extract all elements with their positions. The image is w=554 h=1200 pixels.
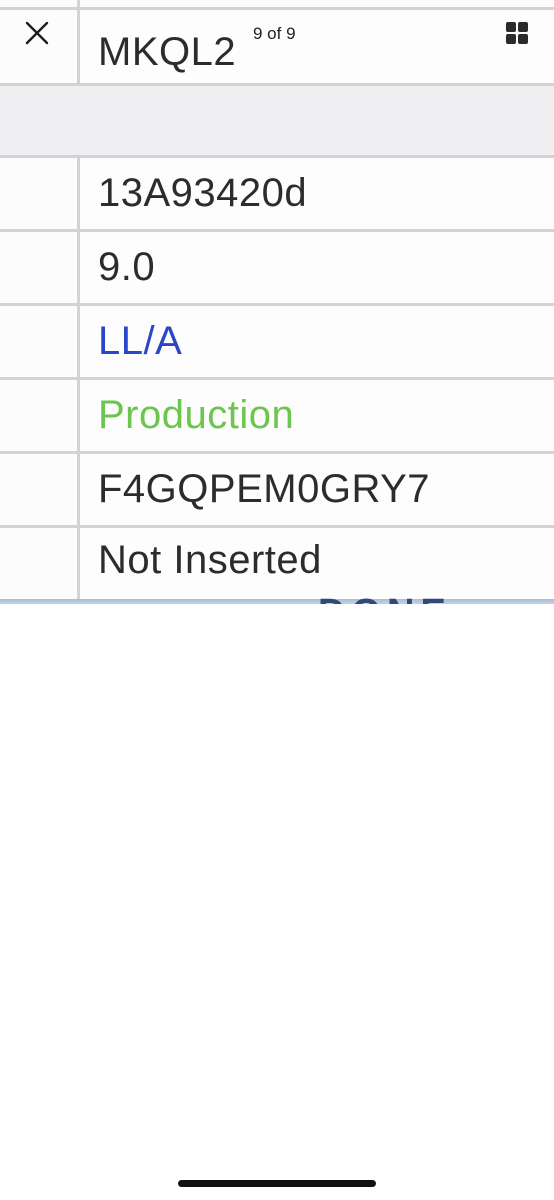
home-indicator[interactable]	[178, 1180, 376, 1187]
model-number-value: MKQL2	[98, 30, 237, 74]
label-cell	[0, 158, 80, 229]
serial-value: F4GQPEM0GRY7	[98, 467, 431, 511]
table-row: F4GQPEM0GRY7	[0, 454, 554, 528]
label-cell	[0, 306, 80, 377]
sim-value: Not Inserted	[98, 538, 322, 582]
label-cell	[0, 0, 80, 7]
label-cell	[0, 232, 80, 303]
label-cell	[0, 454, 80, 525]
label-cell	[0, 380, 80, 451]
table-row: MKQL2	[0, 10, 554, 86]
grid-view-button[interactable]	[500, 16, 534, 50]
build-value: 13A93420d	[98, 171, 308, 215]
listing-photo[interactable]: MKQL2 13A93420d 9.0 LL/A Production F4GQ…	[0, 0, 554, 604]
region-value: LL/A	[98, 319, 183, 363]
image-viewer: MKQL2 13A93420d 9.0 LL/A Production F4GQ…	[0, 0, 554, 1200]
table-row	[0, 0, 554, 10]
close-button[interactable]	[18, 14, 58, 54]
status-value: Production	[98, 393, 295, 437]
image-counter: 9 of 9	[253, 24, 296, 43]
cut-off-button-text: DONE	[318, 596, 488, 604]
device-info-table: MKQL2 13A93420d 9.0 LL/A Production F4GQ…	[0, 0, 554, 604]
table-row: 13A93420d	[0, 158, 554, 232]
section-separator	[0, 86, 554, 158]
close-icon	[25, 21, 49, 45]
table-row: Not Inserted	[0, 528, 554, 604]
table-row: 9.0	[0, 232, 554, 306]
table-row: LL/A	[0, 306, 554, 380]
version-value: 9.0	[98, 245, 156, 289]
label-cell	[0, 528, 80, 604]
table-row: Production	[0, 380, 554, 454]
